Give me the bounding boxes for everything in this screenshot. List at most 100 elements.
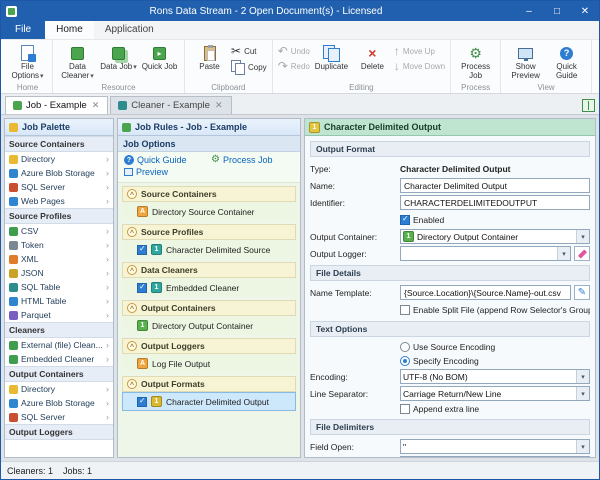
- palette-item-directory[interactable]: Directory: [5, 152, 113, 166]
- append-extra-line-checkbox[interactable]: [400, 404, 410, 414]
- job-rules-icon: [122, 123, 131, 132]
- quick-job-button[interactable]: ▸ Quick Job: [140, 42, 179, 72]
- line-separator-select[interactable]: Carriage Return/New Line: [400, 386, 590, 401]
- use-source-encoding-radio[interactable]: [400, 342, 410, 352]
- dropdown-arrow-icon[interactable]: [576, 387, 589, 400]
- dropdown-arrow-icon[interactable]: [576, 370, 589, 383]
- specify-encoding-radio[interactable]: [400, 356, 410, 366]
- ribbon-group-resource: Data Cleaner Data Job ▸ Quick Job Resour…: [53, 40, 185, 93]
- rule-item-log-file-output[interactable]: A Log File Output: [122, 354, 296, 373]
- rule-item-label: Character Delimited Output: [166, 397, 269, 407]
- data-cleaner-button[interactable]: Data Cleaner: [58, 42, 97, 81]
- show-preview-button[interactable]: Show Preview: [506, 42, 545, 81]
- name-field[interactable]: [400, 178, 590, 193]
- move-down-button[interactable]: ↓ Move Down: [394, 60, 445, 72]
- palette-item-token[interactable]: Token: [5, 238, 113, 252]
- section-header[interactable]: Source Profiles: [122, 224, 296, 240]
- palette-item-json[interactable]: JSON: [5, 266, 113, 280]
- palette-item-embedded-cleaner[interactable]: Embedded Cleaner: [5, 352, 113, 366]
- palette-group-source-containers[interactable]: Source Containers: [5, 136, 113, 152]
- dropdown-arrow-icon[interactable]: [576, 230, 589, 243]
- item-checkbox[interactable]: [137, 397, 147, 407]
- tab-close-icon[interactable]: ✕: [91, 100, 101, 111]
- tab-file[interactable]: File: [1, 21, 45, 39]
- palette-item-web-pages[interactable]: Web Pages: [5, 194, 113, 208]
- paste-button[interactable]: Paste: [190, 42, 229, 72]
- enabled-checkbox[interactable]: [400, 215, 410, 225]
- clear-logger-button[interactable]: [574, 246, 590, 261]
- section-header[interactable]: Output Loggers: [122, 338, 296, 354]
- details-header: 1 Character Delimited Output: [305, 119, 595, 136]
- palette-group-source-profiles[interactable]: Source Profiles: [5, 208, 113, 224]
- section-header[interactable]: Data Cleaners: [122, 262, 296, 278]
- dropdown-arrow-icon[interactable]: [557, 247, 570, 260]
- layout-toggle-icon[interactable]: [582, 99, 595, 112]
- tab-application[interactable]: Application: [94, 21, 165, 39]
- field-open-select[interactable]: ": [400, 439, 590, 454]
- close-button[interactable]: ✕: [571, 1, 599, 21]
- maximize-button[interactable]: □: [543, 1, 571, 21]
- section-label: Output Containers: [141, 303, 216, 313]
- palette-item-external-clean[interactable]: External (file) Clean...: [5, 338, 113, 352]
- undo-button[interactable]: ↶ Undo: [278, 45, 310, 57]
- palette-item-csv[interactable]: CSV: [5, 224, 113, 238]
- redo-button[interactable]: ↷ Redo: [278, 60, 310, 72]
- copy-button[interactable]: Copy: [231, 60, 267, 74]
- palette-item-sql-server[interactable]: SQL Server: [5, 180, 113, 194]
- output-container-select[interactable]: 1 Directory Output Container: [400, 229, 590, 244]
- doc-tab-job-example[interactable]: Job - Example ✕: [5, 96, 108, 114]
- section-source-profiles: Source Profiles 1 Character Delimited So…: [122, 224, 296, 259]
- identifier-field[interactable]: [400, 195, 590, 210]
- palette-group-output-loggers[interactable]: Output Loggers: [5, 424, 113, 440]
- quick-guide-link[interactable]: Quick Guide: [124, 155, 207, 165]
- name-template-field[interactable]: [400, 285, 571, 300]
- palette-item-html-table[interactable]: HTML Table: [5, 294, 113, 308]
- chevron-right-icon: [106, 311, 109, 320]
- quick-guide-label: Quick Guide: [547, 63, 586, 81]
- palette-item-out-directory[interactable]: Directory: [5, 382, 113, 396]
- encoding-select[interactable]: UTF-8 (No BOM): [400, 369, 590, 384]
- palette-group-cleaners[interactable]: Cleaners: [5, 322, 113, 338]
- field-close-select[interactable]: ": [400, 456, 590, 457]
- palette-item-azure-blob[interactable]: Azure Blob Storage: [5, 166, 113, 180]
- section-header[interactable]: Source Containers: [122, 186, 296, 202]
- delete-button[interactable]: × Delete: [353, 42, 392, 72]
- cut-label: Cut: [244, 47, 256, 56]
- dropdown-arrow-icon[interactable]: [576, 440, 589, 453]
- item-checkbox[interactable]: [137, 283, 147, 293]
- output-logger-select[interactable]: [400, 246, 571, 261]
- type-badge: 1: [151, 244, 162, 255]
- quick-guide-button[interactable]: Quick Guide: [547, 42, 586, 81]
- preview-link[interactable]: Preview: [124, 167, 207, 177]
- chevron-right-icon: [106, 197, 109, 206]
- section-header[interactable]: Output Formats: [122, 376, 296, 392]
- cut-button[interactable]: ✂ Cut: [231, 45, 267, 57]
- data-job-button[interactable]: Data Job: [99, 42, 138, 72]
- split-file-checkbox[interactable]: [400, 305, 410, 315]
- file-options-button[interactable]: File Options: [8, 42, 47, 81]
- edit-template-button[interactable]: [574, 285, 590, 300]
- item-checkbox[interactable]: [137, 245, 147, 255]
- palette-item-parquet[interactable]: Parquet: [5, 308, 113, 322]
- palette-group-output-containers[interactable]: Output Containers: [5, 366, 113, 382]
- duplicate-button[interactable]: Duplicate: [312, 42, 351, 72]
- rule-item-directory-output-container[interactable]: 1 Directory Output Container: [122, 316, 296, 335]
- section-header[interactable]: Output Containers: [122, 300, 296, 316]
- palette-item-sql-table[interactable]: SQL Table: [5, 280, 113, 294]
- tab-close-icon[interactable]: ✕: [214, 100, 224, 111]
- process-job-link[interactable]: ⚙Process Job: [211, 155, 294, 165]
- doc-tab-cleaner-example[interactable]: Cleaner - Example ✕: [110, 96, 231, 114]
- process-job-button[interactable]: ⚙ Process Job: [456, 42, 495, 81]
- rule-item-character-delimited-source[interactable]: 1 Character Delimited Source: [122, 240, 296, 259]
- palette-item-xml[interactable]: XML: [5, 252, 113, 266]
- ribbon-group-clipboard: Paste ✂ Cut Copy Clipboard: [185, 40, 273, 93]
- rule-item-directory-source-container[interactable]: A Directory Source Container: [122, 202, 296, 221]
- collapse-icon: [127, 341, 137, 351]
- palette-item-out-sql-server[interactable]: SQL Server: [5, 410, 113, 424]
- rule-item-embedded-cleaner[interactable]: 1 Embedded Cleaner: [122, 278, 296, 297]
- rule-item-character-delimited-output[interactable]: 1 Character Delimited Output: [122, 392, 296, 411]
- move-up-button[interactable]: ↑ Move Up: [394, 45, 445, 57]
- tab-home[interactable]: Home: [45, 21, 94, 39]
- palette-item-out-azure-blob[interactable]: Azure Blob Storage: [5, 396, 113, 410]
- minimize-button[interactable]: –: [515, 1, 543, 21]
